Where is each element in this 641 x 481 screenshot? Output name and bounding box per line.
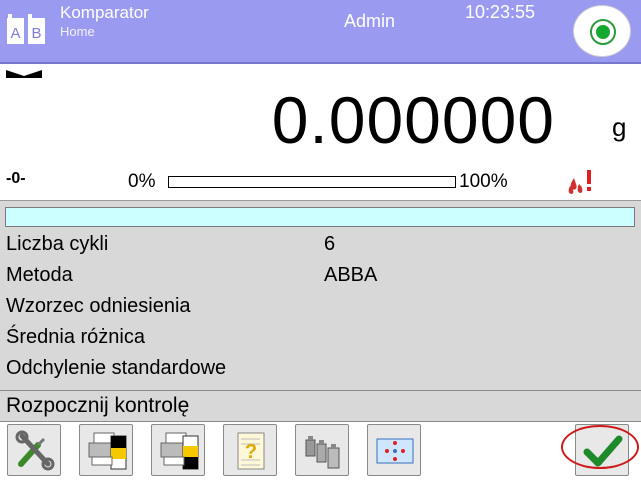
print-footer-button[interactable]	[151, 424, 205, 476]
app-subtitle: Home	[60, 24, 95, 39]
bottom-toolbar: ?	[0, 422, 641, 481]
info-row-cycles: Liczba cykli 6	[6, 233, 626, 263]
print-header-button[interactable]	[79, 424, 133, 476]
stable-marker-icon	[6, 70, 42, 78]
status-button[interactable]	[573, 5, 631, 57]
info-row-method: Metoda ABBA	[6, 264, 626, 294]
svg-text:?: ?	[245, 441, 257, 463]
load-bar-max-label: 100%	[459, 171, 508, 192]
report-icon: ?	[237, 432, 265, 470]
load-bar-min-label: 0%	[128, 171, 156, 192]
load-bar	[168, 176, 456, 188]
svg-text:A: A	[10, 25, 20, 42]
info-label: Metoda	[6, 264, 73, 286]
clock: 10:23:55	[465, 2, 536, 22]
settings-button[interactable]	[7, 424, 61, 476]
printer-footer-icon	[160, 432, 199, 470]
status-message: Rozpocznij kontrolę	[6, 394, 190, 417]
weight-readout: 0.000000	[271, 83, 555, 157]
info-value: ABBA	[324, 264, 378, 286]
svg-text:B: B	[31, 25, 41, 42]
info-panel: Liczba cykli 6 Metoda ABBA Wzorzec odnie…	[0, 200, 641, 390]
zero-indicator: -0-	[6, 170, 26, 187]
weights-icon	[305, 436, 340, 469]
info-label: Wzorzec odniesienia	[6, 295, 191, 317]
report-button[interactable]: ?	[223, 424, 277, 476]
header-divider	[0, 62, 641, 64]
weight-unit[interactable]: g	[612, 112, 626, 143]
confirm-highlight-circle	[561, 425, 639, 469]
info-value: 6	[324, 233, 336, 255]
pattern-icon	[376, 438, 414, 464]
status-bar: Rozpocznij kontrolę	[0, 390, 641, 422]
printer-header-icon	[88, 432, 127, 470]
app-title: Komparator	[60, 3, 149, 22]
info-row-reference: Wzorzec odniesienia	[6, 295, 626, 325]
info-label: Liczba cykli	[6, 233, 109, 255]
info-label: Średnia różnica	[6, 326, 145, 348]
title-bar: A B Komparator Home Admin 10:23:55	[0, 0, 641, 62]
drops-warning-icon	[568, 170, 591, 194]
green-dot-icon	[596, 25, 610, 39]
pattern-button[interactable]	[367, 424, 421, 476]
settings-tools-icon	[15, 430, 55, 471]
info-label: Odchylenie standardowe	[6, 357, 227, 379]
progress-strip	[5, 207, 635, 227]
user-name[interactable]: Admin	[344, 11, 395, 32]
weights-button[interactable]	[295, 424, 349, 476]
info-row-std-dev: Odchylenie standardowe	[6, 357, 626, 387]
ab-comparator-icon: A B	[7, 14, 45, 44]
info-row-mean-diff: Średnia różnica	[6, 326, 626, 356]
